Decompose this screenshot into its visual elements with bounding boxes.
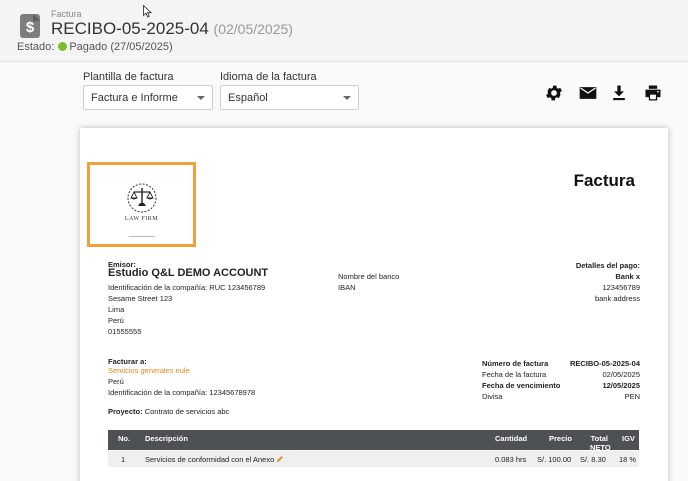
print-button[interactable] bbox=[643, 83, 663, 103]
invoice-number: RECIBO-05-2025-04 bbox=[51, 19, 209, 38]
issuer-name: Estudio Q&L DEMO ACCOUNT bbox=[108, 267, 269, 279]
language-select[interactable]: Español bbox=[220, 85, 359, 110]
invoice-heading: Factura bbox=[573, 171, 635, 190]
issuer-country: Perú bbox=[108, 316, 124, 325]
logo-divider bbox=[90, 224, 193, 237]
template-select[interactable]: Factura e Informe bbox=[83, 85, 213, 110]
settings-button[interactable] bbox=[544, 83, 564, 103]
company-logo: LAW FIRM bbox=[87, 162, 196, 247]
invoice-preview: LAW FIRM Factura Emisor: Estudio Q&L DEM… bbox=[80, 128, 668, 481]
items-table-header: No. Descripción Cantidad Precio Total NE… bbox=[108, 430, 639, 452]
status-dot bbox=[58, 42, 68, 51]
gear-icon bbox=[546, 85, 562, 101]
invoice-date-label: Fecha de la factura bbox=[482, 370, 547, 379]
pencil-icon[interactable] bbox=[276, 455, 284, 463]
issuer-city: Lima bbox=[108, 305, 125, 314]
logo-text: LAW FIRM bbox=[124, 216, 159, 222]
col-description: Descripción bbox=[145, 434, 188, 443]
client-country: Perú bbox=[108, 377, 124, 386]
due-date-value: 12/05/2025 bbox=[602, 381, 640, 390]
status-date: (27/05/2025) bbox=[110, 41, 173, 53]
document-kind-label: Factura bbox=[51, 9, 82, 19]
row-tax: 18 % bbox=[619, 455, 637, 464]
issuer-tax-id: Identificación de la compañía: RUC 12345… bbox=[108, 283, 266, 292]
client-tax-id: Identificación de la compañía: 123456789… bbox=[108, 388, 256, 397]
chevron-down-icon bbox=[343, 96, 351, 100]
issuer-address: Sesame Street 123 bbox=[108, 294, 173, 303]
bank-address: bank address bbox=[594, 294, 640, 303]
invoice-number-value: RECIBO-05-2025-04 bbox=[569, 359, 640, 368]
status-label: Estado: bbox=[17, 41, 55, 53]
status-badge: Pagado bbox=[69, 41, 108, 53]
iban-label: IBAN bbox=[338, 283, 356, 292]
due-date-label: Fecha de vencimiento bbox=[482, 381, 561, 390]
download-icon bbox=[613, 85, 625, 101]
row-total: S/. 8.30 bbox=[580, 455, 606, 464]
page-title: RECIBO-05-2025-04 (02/05/2025) bbox=[51, 19, 293, 39]
issuer-phone: 01555555 bbox=[108, 327, 142, 336]
svg-text:$: $ bbox=[26, 19, 35, 36]
print-icon bbox=[645, 85, 661, 101]
row-price: S/. 100.00 bbox=[537, 455, 572, 464]
col-price: Precio bbox=[549, 434, 572, 443]
mouse-cursor-icon bbox=[143, 5, 152, 18]
scales-of-justice-icon bbox=[127, 183, 157, 213]
col-total-line1: Total bbox=[590, 434, 608, 443]
language-select-value: Español bbox=[228, 92, 268, 104]
col-total: Total NETO bbox=[590, 434, 611, 452]
language-label: Idioma de la factura bbox=[220, 71, 317, 83]
chevron-down-icon bbox=[197, 96, 205, 100]
bank-name-label: Nombre del banco bbox=[338, 272, 400, 281]
col-no: No. bbox=[118, 434, 131, 443]
project-line: Proyecto: Contrato de servicios abc bbox=[108, 406, 229, 417]
currency-label: Divisa bbox=[482, 392, 503, 401]
status-line: Estado: Pagado (27/05/2025) bbox=[17, 41, 173, 53]
template-label: Plantilla de factura bbox=[83, 71, 174, 83]
invoice-date-value: 02/05/2025 bbox=[602, 370, 640, 379]
download-button[interactable] bbox=[609, 83, 629, 103]
col-tax: IGV bbox=[622, 434, 635, 443]
row-no: 1 bbox=[121, 455, 126, 464]
row-description: Servicios de conformidad con el Anexo bbox=[145, 455, 275, 464]
payment-details-label: Detalles del pago: bbox=[575, 261, 640, 270]
email-button[interactable] bbox=[578, 83, 598, 103]
table-row: 1 Servicios de conformidad con el Anexo … bbox=[108, 451, 639, 467]
invoice-number-label: Número de factura bbox=[482, 359, 549, 368]
invoice-header: $ Factura RECIBO-05-2025-04 (02/05/2025)… bbox=[0, 0, 688, 62]
project-value: Contrato de servicios abc bbox=[144, 407, 230, 416]
template-select-value: Factura e Informe bbox=[91, 92, 178, 104]
col-quantity: Cantidad bbox=[495, 434, 528, 443]
currency-value: PEN bbox=[624, 392, 640, 401]
mail-icon bbox=[579, 87, 597, 99]
bank-name: Bank x bbox=[615, 272, 640, 281]
client-link[interactable]: Servicios generales eule bbox=[108, 365, 190, 376]
project-label: Proyecto: bbox=[108, 407, 143, 416]
bank-account: 123456789 bbox=[602, 283, 640, 292]
dollar-document-icon: $ bbox=[20, 14, 40, 38]
row-quantity: 0.083 hrs bbox=[495, 455, 527, 464]
invoice-date: (02/05/2025) bbox=[213, 21, 293, 37]
